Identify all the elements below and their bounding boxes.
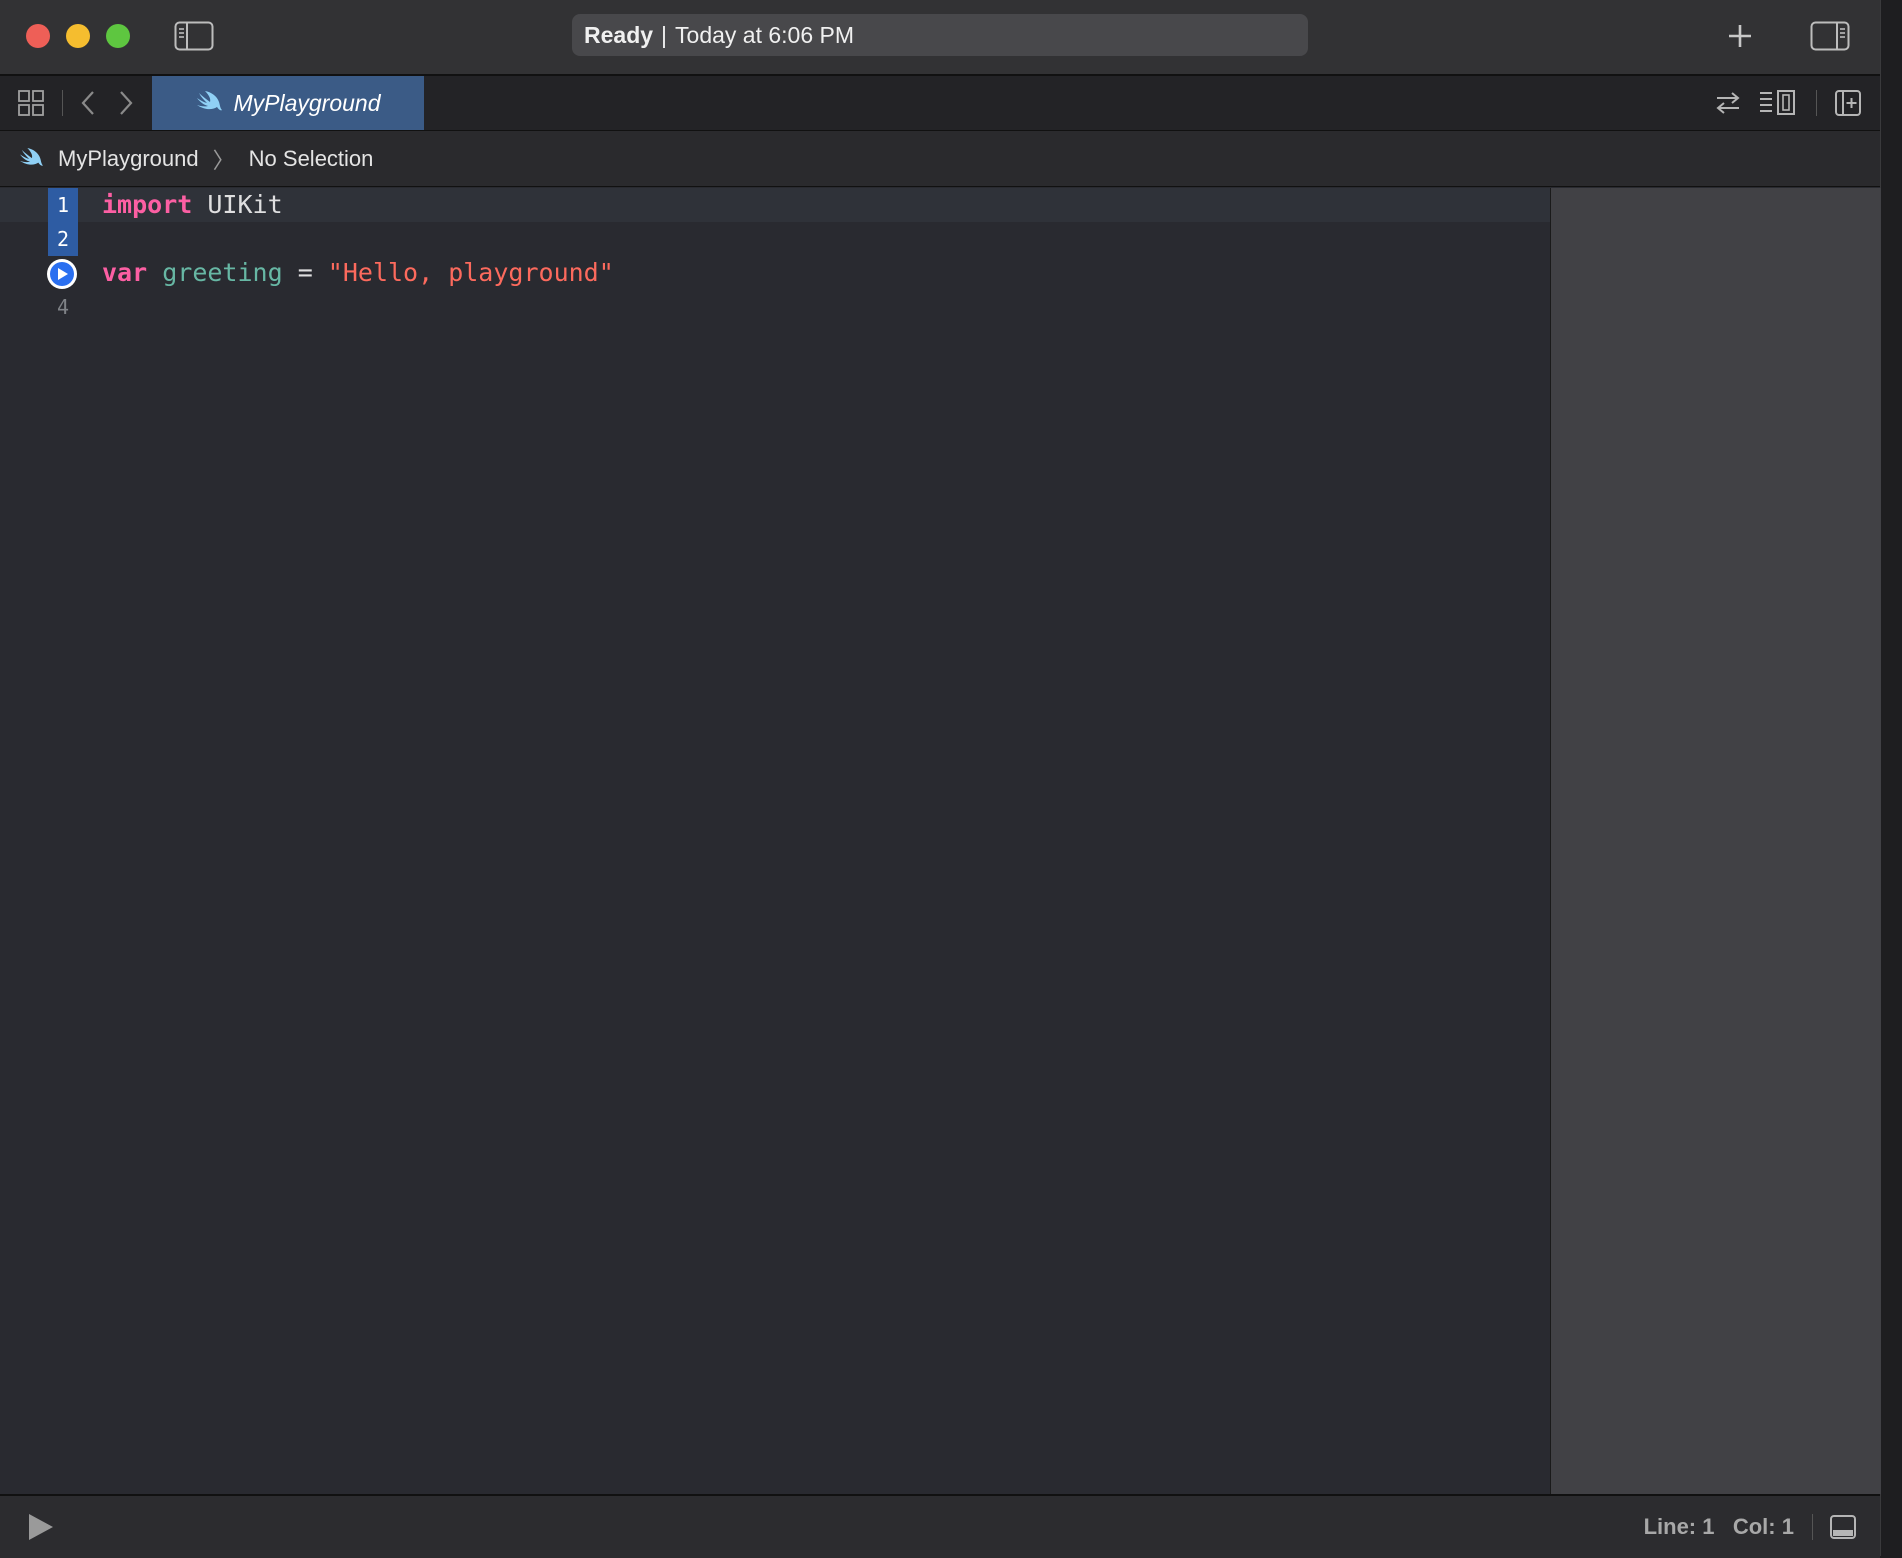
minimize-window-button[interactable] — [66, 24, 90, 48]
toggle-inspector-button[interactable] — [1808, 18, 1852, 54]
toolbar-divider — [62, 90, 63, 116]
variable-token: greeting — [162, 258, 283, 287]
breadcrumb-separator: 〉 — [212, 147, 235, 173]
zoom-window-button[interactable] — [106, 24, 130, 48]
keyword-token: import — [102, 190, 193, 219]
title-bar: Ready | Today at 6:06 PM — [0, 0, 1880, 76]
status-time: Today at 6:06 PM — [675, 21, 855, 48]
code-text: import UIKit — [102, 188, 283, 222]
operator-token: = — [282, 258, 328, 287]
chevron-left-icon — [81, 91, 94, 115]
line-number[interactable]: 2 — [48, 222, 78, 256]
close-window-button[interactable] — [26, 24, 50, 48]
line-value: 1 — [1702, 1514, 1715, 1539]
debug-area-icon — [1830, 1515, 1856, 1539]
bottom-bar: Line: 1 Col: 1 — [0, 1494, 1880, 1558]
status-state: Ready — [584, 21, 654, 48]
breadcrumb-myplayground[interactable]: MyPlayground — [58, 146, 199, 172]
keyword-token: var — [102, 258, 148, 287]
line-label: Line: — [1643, 1514, 1697, 1539]
tab-bar: MyPlayground — [0, 76, 1880, 131]
line-number[interactable]: 4 — [48, 290, 78, 324]
grid-icon — [18, 90, 44, 116]
chevron-right-icon — [120, 91, 133, 115]
sidebar-left-icon — [174, 21, 214, 51]
xcode-window: Ready | Today at 6:06 PM MyPlayground My… — [0, 0, 1881, 1558]
plus-icon — [1729, 25, 1751, 47]
code-line[interactable]: 1 import UIKit — [0, 188, 1550, 222]
results-sidebar — [1550, 188, 1881, 1494]
breadcrumb-no-selection[interactable]: No Selection — [249, 146, 374, 172]
tab-label: MyPlayground — [233, 89, 381, 116]
go-forward-button[interactable] — [112, 88, 140, 118]
line-number[interactable]: 1 — [48, 188, 78, 222]
toolbar-divider — [1816, 90, 1817, 116]
code-text: var greeting = "Hello, playground" — [102, 256, 614, 290]
col-label: Col: — [1732, 1514, 1776, 1539]
play-icon — [58, 268, 68, 280]
col-value: 1 — [1781, 1514, 1794, 1539]
status-separator: | — [661, 21, 668, 48]
swift-icon — [197, 91, 223, 111]
lines-panel-icon — [1760, 90, 1795, 115]
jump-bar: MyPlayground 〉 No Selection — [0, 131, 1880, 187]
add-editor-icon — [1835, 90, 1861, 116]
go-back-button[interactable] — [74, 88, 102, 118]
code-line[interactable]: 4 — [0, 290, 1550, 324]
play-icon — [29, 1514, 53, 1540]
code-line[interactable]: 2 — [0, 222, 1550, 256]
activity-status: Ready | Today at 6:06 PM — [572, 14, 1308, 56]
code-review-button[interactable] — [1712, 88, 1744, 118]
string-token: "Hello, playground" — [327, 258, 614, 287]
tab-myplayground[interactable]: MyPlayground — [152, 76, 424, 130]
related-items-button[interactable] — [14, 88, 48, 118]
sidebar-right-icon — [1810, 21, 1850, 51]
toggle-debug-area-button[interactable] — [1826, 1510, 1860, 1544]
cursor-position: Line: 1 Col: 1 — [1644, 1514, 1794, 1540]
add-editor-button[interactable] — [1832, 88, 1864, 118]
identifier-token: UIKit — [192, 190, 283, 219]
toggle-navigator-button[interactable] — [172, 18, 216, 54]
run-playground-button[interactable] — [22, 1510, 58, 1544]
run-to-line-button[interactable] — [47, 259, 77, 289]
arrows-swap-icon — [1716, 92, 1740, 114]
source-editor[interactable]: 1 import UIKit 2 var greeting = "Hello, … — [0, 188, 1550, 1494]
bottom-divider — [1812, 1514, 1813, 1540]
swift-icon — [20, 147, 43, 166]
editor-options-button[interactable] — [1756, 88, 1800, 118]
library-add-button[interactable] — [1722, 18, 1758, 54]
code-line[interactable]: var greeting = "Hello, playground" — [0, 256, 1550, 290]
